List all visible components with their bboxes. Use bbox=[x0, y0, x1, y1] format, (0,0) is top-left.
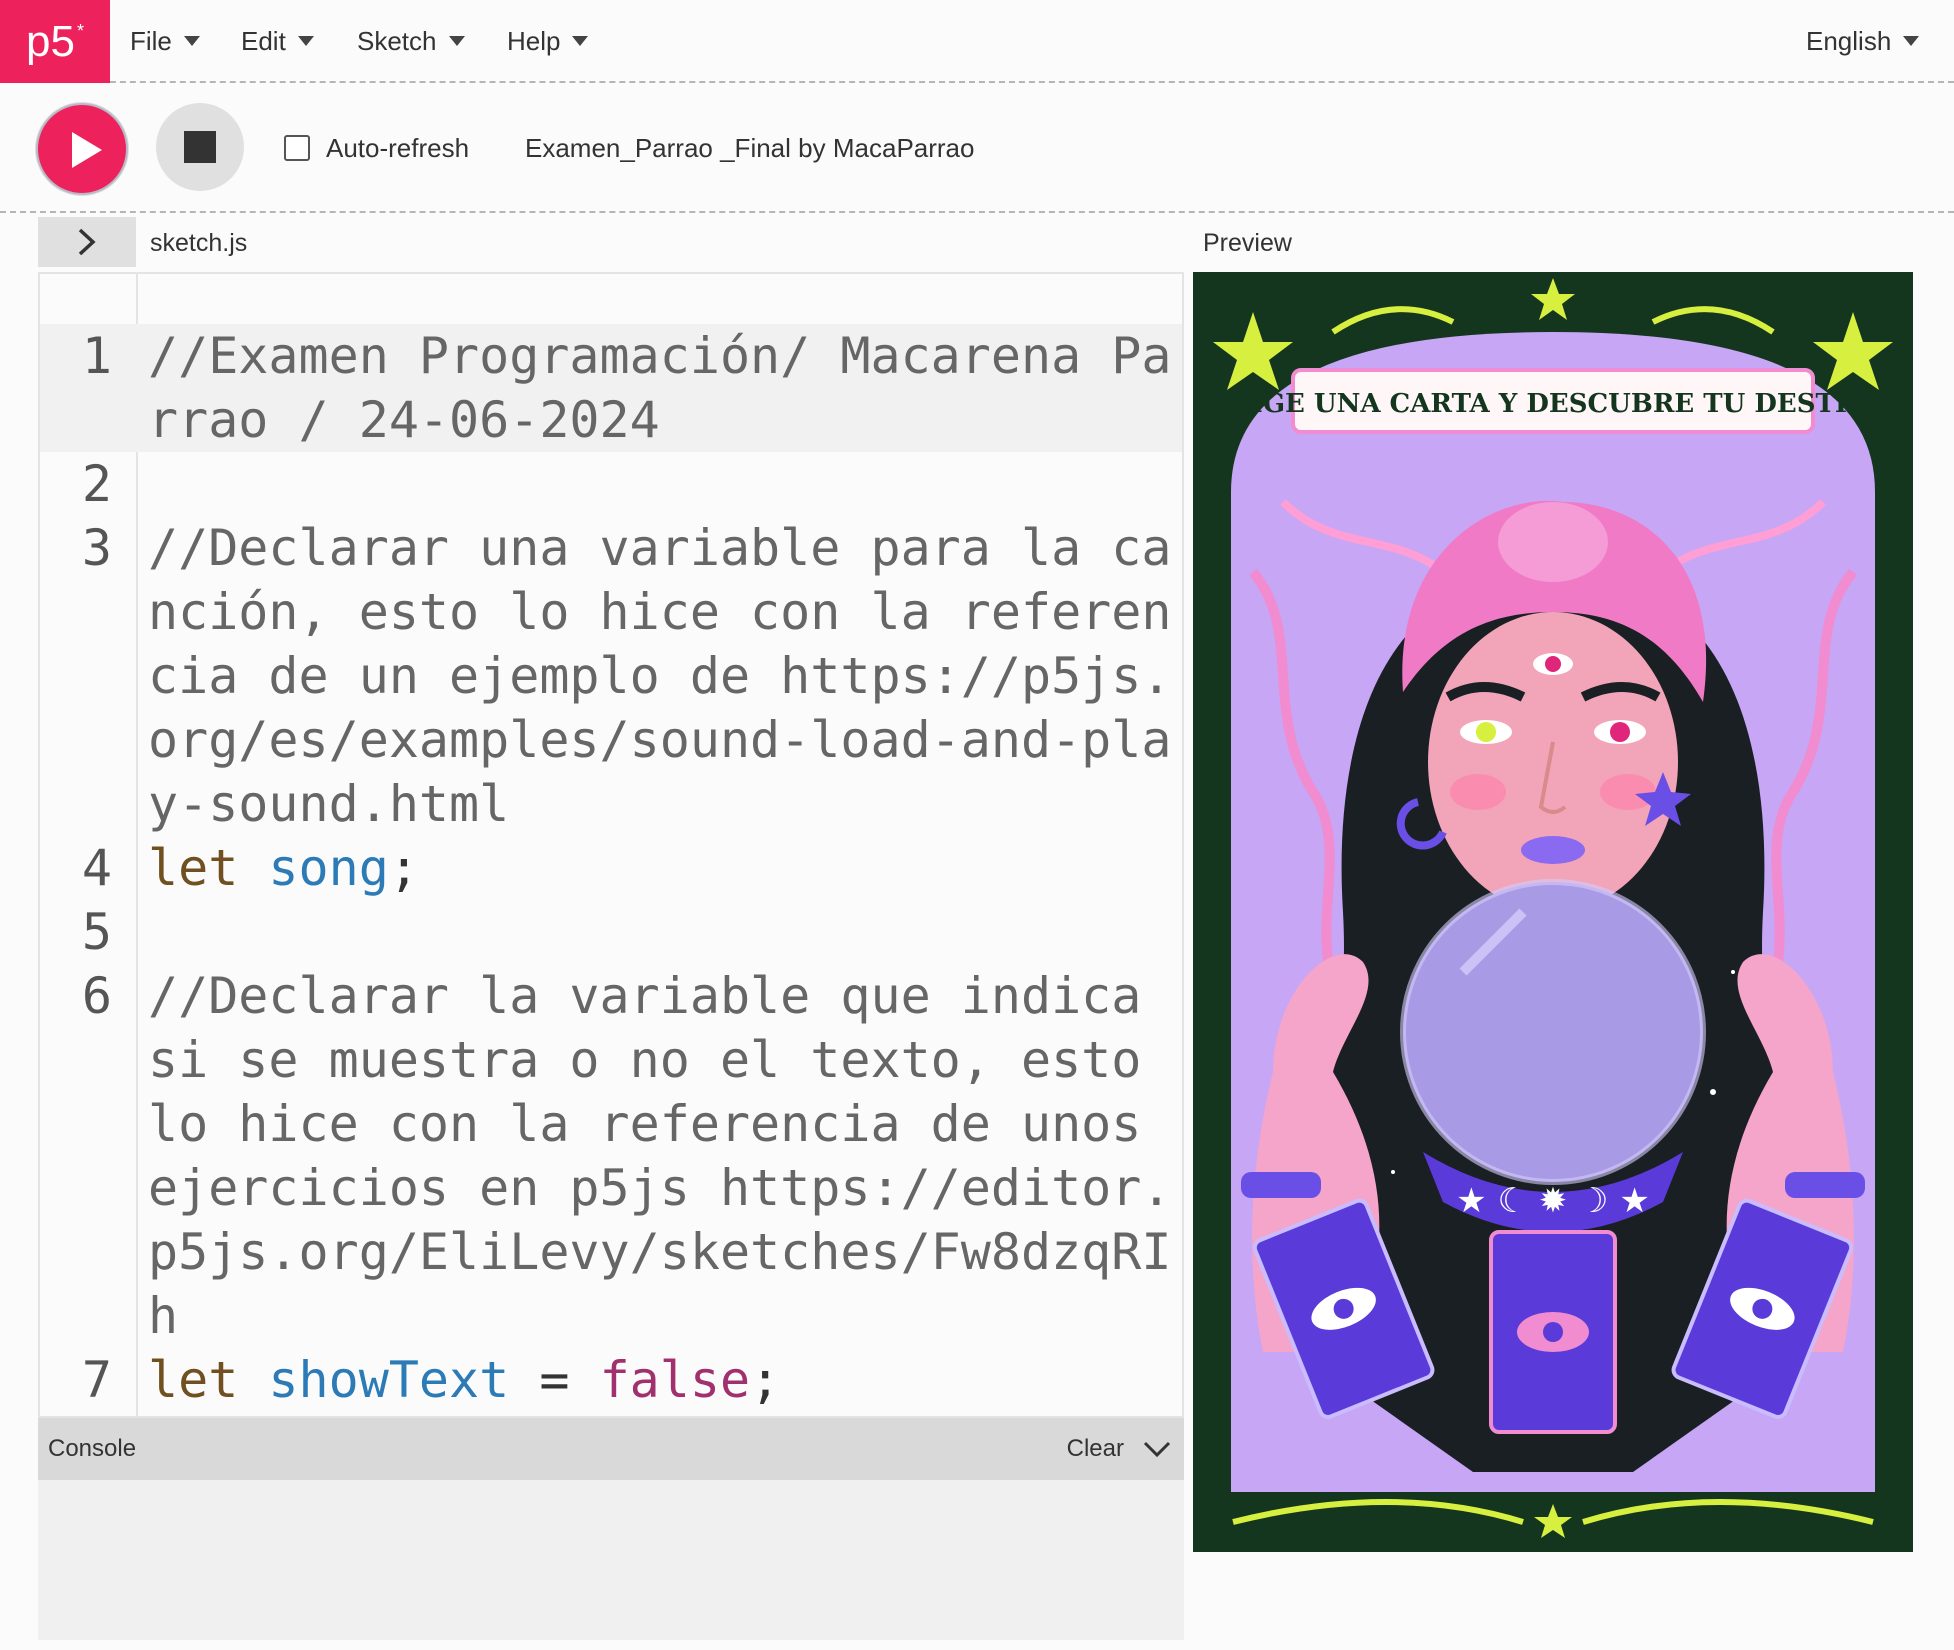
console-header: Console Clear bbox=[38, 1418, 1184, 1480]
menu-edit-label: Edit bbox=[241, 26, 286, 56]
banner-text: ELIGE UNA CARTA Y DESCUBRE TU DESTINO bbox=[1213, 389, 1894, 419]
operator: = bbox=[509, 1351, 600, 1409]
left-iris bbox=[1476, 722, 1496, 742]
line-number: 2 bbox=[81, 455, 112, 513]
right-iris bbox=[1610, 722, 1630, 742]
language-selector[interactable]: English bbox=[1806, 0, 1920, 83]
menu-help[interactable]: Help bbox=[507, 0, 589, 83]
caret-down-icon bbox=[448, 35, 465, 46]
p5-logo[interactable]: p5 * bbox=[0, 0, 110, 83]
chevron-down-icon[interactable] bbox=[1142, 1439, 1172, 1459]
code-line: 6 //Declarar la variable que indica si s… bbox=[40, 964, 1182, 1348]
menu-help-label: Help bbox=[507, 26, 561, 56]
star-dot bbox=[1710, 1089, 1716, 1095]
cheek bbox=[1600, 774, 1656, 810]
punctuation: ; bbox=[388, 839, 419, 897]
code-editor[interactable]: 1 //Examen Programación/ Macarena Parrao… bbox=[38, 272, 1184, 1418]
menu-file[interactable]: File bbox=[130, 0, 200, 83]
caret-down-icon bbox=[183, 35, 200, 46]
chevron-right-icon bbox=[78, 228, 96, 256]
third-eye-pupil bbox=[1545, 656, 1561, 672]
by-label: by bbox=[798, 133, 826, 163]
toolbar: Auto-refresh Examen_Parrao _Final by Mac… bbox=[0, 85, 1954, 213]
play-icon bbox=[72, 132, 102, 168]
menu-sketch-label: Sketch bbox=[357, 26, 437, 56]
star-dot bbox=[1391, 1170, 1395, 1174]
console-label: Console bbox=[48, 1435, 137, 1462]
caret-down-icon bbox=[297, 35, 314, 46]
console-output[interactable] bbox=[38, 1480, 1184, 1640]
sketch-title: Examen_Parrao _Final by MacaParrao bbox=[525, 133, 974, 164]
right-bracelet bbox=[1785, 1172, 1865, 1198]
play-button[interactable] bbox=[36, 103, 128, 195]
console-controls: Clear bbox=[1067, 1435, 1172, 1463]
variable: showText bbox=[268, 1351, 510, 1409]
code-text: let showText = false; bbox=[148, 1348, 1178, 1412]
file-tab[interactable]: sketch.js bbox=[150, 229, 247, 258]
variable: song bbox=[268, 839, 389, 897]
top-nav: p5 * File Edit Sketch Help English bbox=[0, 0, 1954, 83]
stop-button[interactable] bbox=[156, 103, 244, 191]
line-number: 4 bbox=[81, 839, 112, 897]
line-number: 5 bbox=[81, 903, 112, 961]
line-number: 6 bbox=[81, 967, 112, 1025]
code-line: 2 bbox=[40, 452, 1182, 516]
cheek bbox=[1450, 774, 1506, 810]
menu-file-label: File bbox=[130, 26, 172, 56]
tarot-card-center bbox=[1489, 1230, 1617, 1434]
author-link[interactable]: MacaParrao bbox=[833, 133, 975, 163]
turban-knot bbox=[1498, 502, 1608, 582]
stop-icon bbox=[184, 131, 216, 163]
line-number: 1 bbox=[81, 327, 112, 385]
auto-refresh-label[interactable]: Auto-refresh bbox=[326, 133, 469, 164]
language-label: English bbox=[1806, 26, 1892, 56]
expand-sidebar-button[interactable] bbox=[38, 217, 136, 267]
logo-asterisk: * bbox=[76, 21, 84, 41]
code-line: 4 let song; bbox=[40, 836, 1182, 900]
preview-canvas[interactable]: ★ ☾ ✹ ☽ ★ ELIGE UNA CARTA Y DESCUBRE TU … bbox=[1193, 272, 1913, 1552]
code-line: 7 let showText = false; bbox=[40, 1348, 1182, 1412]
console-clear-button[interactable]: Clear bbox=[1067, 1435, 1124, 1463]
code-line: 1 //Examen Programación/ Macarena Parrao… bbox=[40, 324, 1182, 452]
code-text: //Declarar la variable que indica si se … bbox=[148, 967, 1172, 1345]
keyword: let bbox=[148, 839, 239, 897]
code-line: 5 bbox=[40, 900, 1182, 964]
line-number: 7 bbox=[81, 1351, 112, 1409]
sketch-name[interactable]: Examen_Parrao _Final bbox=[525, 133, 791, 163]
line-number: 3 bbox=[81, 519, 112, 577]
code-text: //Examen Programación/ Macarena Parrao /… bbox=[148, 327, 1172, 449]
keyword: let bbox=[148, 1351, 239, 1409]
code-text: let song; bbox=[148, 836, 1178, 900]
code-line: 3 //Declarar una variable para la canció… bbox=[40, 516, 1182, 836]
menu-sketch[interactable]: Sketch bbox=[357, 0, 465, 83]
menu-edit[interactable]: Edit bbox=[241, 0, 314, 83]
lips bbox=[1521, 836, 1585, 864]
auto-refresh-checkbox[interactable] bbox=[284, 135, 310, 161]
stand-symbols: ★ ☾ ✹ ☽ ★ bbox=[1456, 1181, 1650, 1221]
caret-down-icon bbox=[572, 35, 589, 46]
code-text: //Declarar una variable para la canción,… bbox=[148, 519, 1172, 833]
left-bracelet bbox=[1241, 1172, 1321, 1198]
boolean-literal: false bbox=[599, 1351, 751, 1409]
star-dot bbox=[1731, 970, 1735, 974]
logo-text: p5 bbox=[26, 16, 75, 66]
tarot-illustration: ★ ☾ ✹ ☽ ★ ELIGE UNA CARTA Y DESCUBRE TU … bbox=[1193, 272, 1913, 1552]
preview-label: Preview bbox=[1203, 229, 1292, 257]
caret-down-icon bbox=[1903, 35, 1920, 46]
punctuation: ; bbox=[750, 1351, 781, 1409]
